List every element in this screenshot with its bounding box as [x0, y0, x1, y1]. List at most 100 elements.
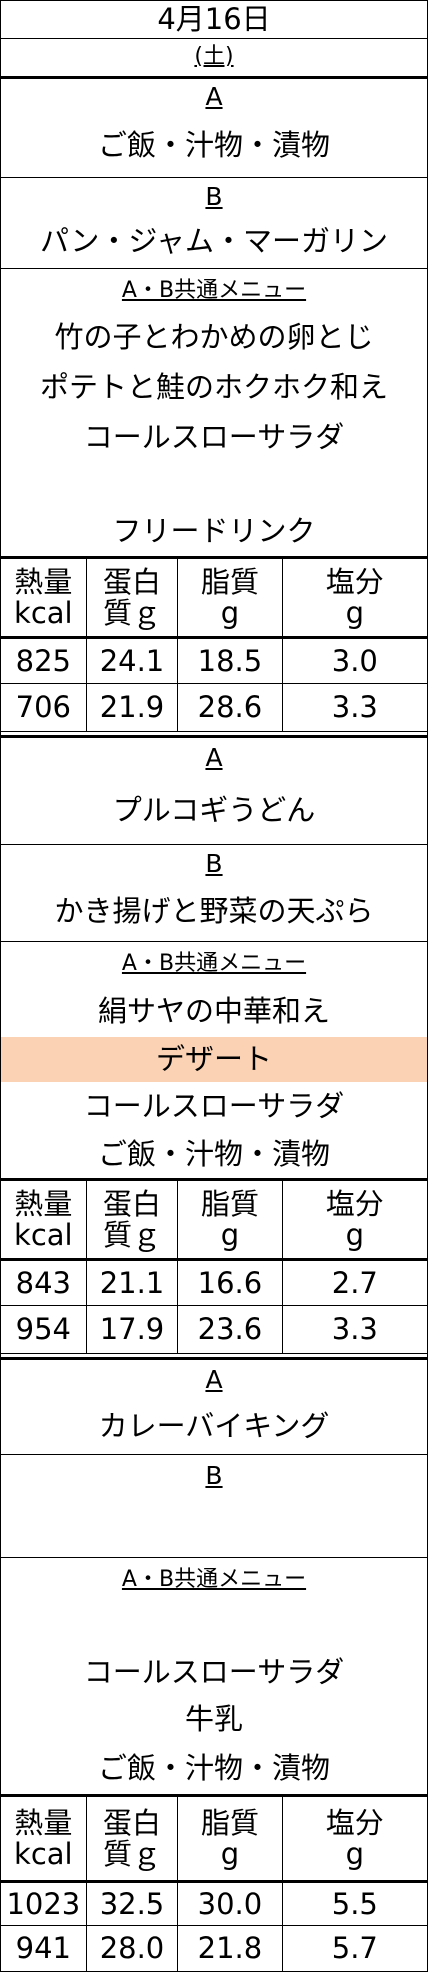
salt-value: 5.7 [281, 1925, 427, 1972]
meal2-b-label: B [205, 848, 223, 878]
fat-header: 脂質 g [177, 1794, 283, 1882]
meal2-b-label-cell: B [1, 844, 427, 881]
protein-value: 21.1 [85, 1258, 179, 1306]
meal3-common-label-cell: A・B共通メニュー [1, 1557, 427, 1601]
meal1-common-item-text: コールスローサラダ [83, 419, 345, 454]
fat-value: 16.6 [177, 1258, 283, 1306]
meal1-common-item: ポテトと鮭のホクホク和え [1, 362, 427, 412]
energy-value: 941 [1, 1925, 87, 1972]
weekday-cell: (土) [1, 38, 427, 74]
protein-value: 28.0 [85, 1925, 179, 1972]
meal1-common-label-cell: A・B共通メニュー [1, 268, 427, 312]
meal1-b-item: パン・ジャム・マーガリン [39, 223, 388, 258]
meal3-common-item: ご飯・汁物・漬物 [1, 1742, 427, 1794]
meal2-common-label: A・B共通メニュー [121, 950, 307, 976]
salt-header: 塩分 g [281, 1794, 427, 1882]
date-text: 4月16日 [157, 2, 271, 36]
fat-value: 30.0 [177, 1880, 283, 1926]
meal3-common-item [1, 1601, 427, 1647]
meal3-b-items [1, 1496, 427, 1557]
meal3-common-item-text: ご飯・汁物・漬物 [97, 1750, 330, 1785]
protein-header: 蛋白 質ｇ [85, 1794, 179, 1882]
meal1-b-label: B [205, 181, 223, 211]
nutrition-row-a: 1023 32.5 30.0 5.5 [1, 1880, 427, 1926]
meal2-a-label: A [205, 743, 223, 772]
nutrition-header-row: 熱量 kcal 蛋白 質ｇ 脂質 g 塩分 g [1, 1178, 427, 1260]
meal3-a-label: A [205, 1365, 223, 1394]
meal3-b-label-cell: B [1, 1454, 427, 1496]
meal1-common-item: 竹の子とわかめの卵とじ [1, 312, 427, 362]
salt-header: 塩分 g [281, 1178, 427, 1260]
meal2-common-item-text: コールスローサラダ [83, 1088, 345, 1123]
date-cell: 4月16日 [1, 0, 427, 38]
meal1-b-label-cell: B [1, 177, 427, 214]
meal1-common-item-text: フリードリンク [112, 513, 316, 548]
nutrition-header-row: 熱量 kcal 蛋白 質ｇ 脂質 g 塩分 g [1, 1794, 427, 1882]
meal3-common-label: A・B共通メニュー [121, 1566, 307, 1592]
protein-header: 蛋白 質ｇ [85, 556, 179, 638]
meal1-common-item-text: ポテトと鮭のホクホク和え [39, 369, 388, 404]
meal1-a-item: ご飯・汁物・漬物 [97, 127, 330, 162]
meal2-a-item: プルコギうどん [112, 793, 316, 827]
menu-sheet: 4月16日 (土) A ご飯・汁物・漬物 B パン・ジャム・マーガリン A・B共… [0, 0, 428, 1972]
fat-header: 脂質 g [177, 1178, 283, 1260]
meal1-common-item-text: 竹の子とわかめの卵とじ [54, 319, 374, 354]
meal2-common-label-cell: A・B共通メニュー [1, 941, 427, 985]
weekday-text: (土) [194, 43, 234, 69]
meal2-b-items: かき揚げと野菜の天ぷら [1, 881, 427, 941]
protein-value: 17.9 [85, 1305, 179, 1354]
meal3-common-item-text: 牛乳 [184, 1702, 243, 1736]
meal3-a-label-cell: A [1, 1357, 427, 1399]
fat-value: 18.5 [177, 636, 283, 684]
meal2-a-label-cell: A [1, 735, 427, 777]
energy-header: 熱量 kcal [1, 1794, 87, 1882]
meal1-a-label-cell: A [1, 76, 427, 113]
salt-value: 3.0 [281, 636, 427, 684]
meal2-highlight-item: デザート [1, 1037, 427, 1082]
nutrition-header-row: 熱量 kcal 蛋白 質ｇ 脂質 g 塩分 g [1, 556, 427, 638]
meal2-common-item: コールスローサラダ [1, 1082, 427, 1130]
fat-value: 21.8 [177, 1925, 283, 1972]
meal1-common-label: A・B共通メニュー [121, 277, 307, 303]
energy-value: 843 [1, 1258, 87, 1306]
protein-header: 蛋白 質ｇ [85, 1178, 179, 1260]
meal1-a-label: A [205, 81, 223, 111]
meal2-common-item-text: 絹サヤの中華和え [97, 993, 330, 1028]
energy-value: 825 [1, 636, 87, 684]
energy-header: 熱量 kcal [1, 556, 87, 638]
nutrition-row-b: 941 28.0 21.8 5.7 [1, 1925, 427, 1972]
meal1-a-items: ご飯・汁物・漬物 [1, 113, 427, 177]
fat-header: 脂質 g [177, 556, 283, 638]
meal1-nutrition-table: 熱量 kcal 蛋白 質ｇ 脂質 g 塩分 g 825 24.1 18.5 3.0 70… [1, 556, 427, 732]
meal3-a-items: カレーバイキング [1, 1399, 427, 1454]
salt-value: 5.5 [281, 1880, 427, 1926]
energy-header: 熱量 kcal [1, 1178, 87, 1260]
nutrition-row-a: 843 21.1 16.6 2.7 [1, 1258, 427, 1306]
meal3-common-item-text: コールスローサラダ [83, 1654, 345, 1689]
meal2-common-item: 絹サヤの中華和え [1, 985, 427, 1037]
meal3-nutrition-table: 熱量 kcal 蛋白 質ｇ 脂質 g 塩分 g 1023 32.5 30.0 5.5 9… [1, 1794, 427, 1972]
meal2-b-item: かき揚げと野菜の天ぷら [54, 893, 374, 928]
energy-value: 706 [1, 683, 87, 732]
protein-value: 21.9 [85, 683, 179, 732]
nutrition-row-b: 706 21.9 28.6 3.3 [1, 683, 427, 732]
meal1-common-item [1, 462, 427, 512]
nutrition-row-b: 954 17.9 23.6 3.3 [1, 1305, 427, 1354]
meal2-common-item-text: ご飯・汁物・漬物 [97, 1136, 330, 1171]
meal2-nutrition-table: 熱量 kcal 蛋白 質ｇ 脂質 g 塩分 g 843 21.1 16.6 2.7 95… [1, 1178, 427, 1354]
protein-value: 24.1 [85, 636, 179, 684]
meal3-b-label: B [205, 1461, 223, 1490]
dessert-text: デザート [155, 1042, 272, 1076]
energy-value: 1023 [1, 1880, 87, 1926]
meal2-a-items: プルコギうどん [1, 777, 427, 844]
meal3-common-item: 牛乳 [1, 1697, 427, 1742]
fat-value: 23.6 [177, 1305, 283, 1354]
salt-value: 3.3 [281, 1305, 427, 1354]
meal1-common-item: コールスローサラダ [1, 412, 427, 462]
meal2-common-item: ご飯・汁物・漬物 [1, 1130, 427, 1178]
energy-value: 954 [1, 1305, 87, 1354]
fat-value: 28.6 [177, 683, 283, 732]
meal1-b-items: パン・ジャム・マーガリン [1, 214, 427, 268]
protein-value: 32.5 [85, 1880, 179, 1926]
meal3-common-item: コールスローサラダ [1, 1647, 427, 1697]
